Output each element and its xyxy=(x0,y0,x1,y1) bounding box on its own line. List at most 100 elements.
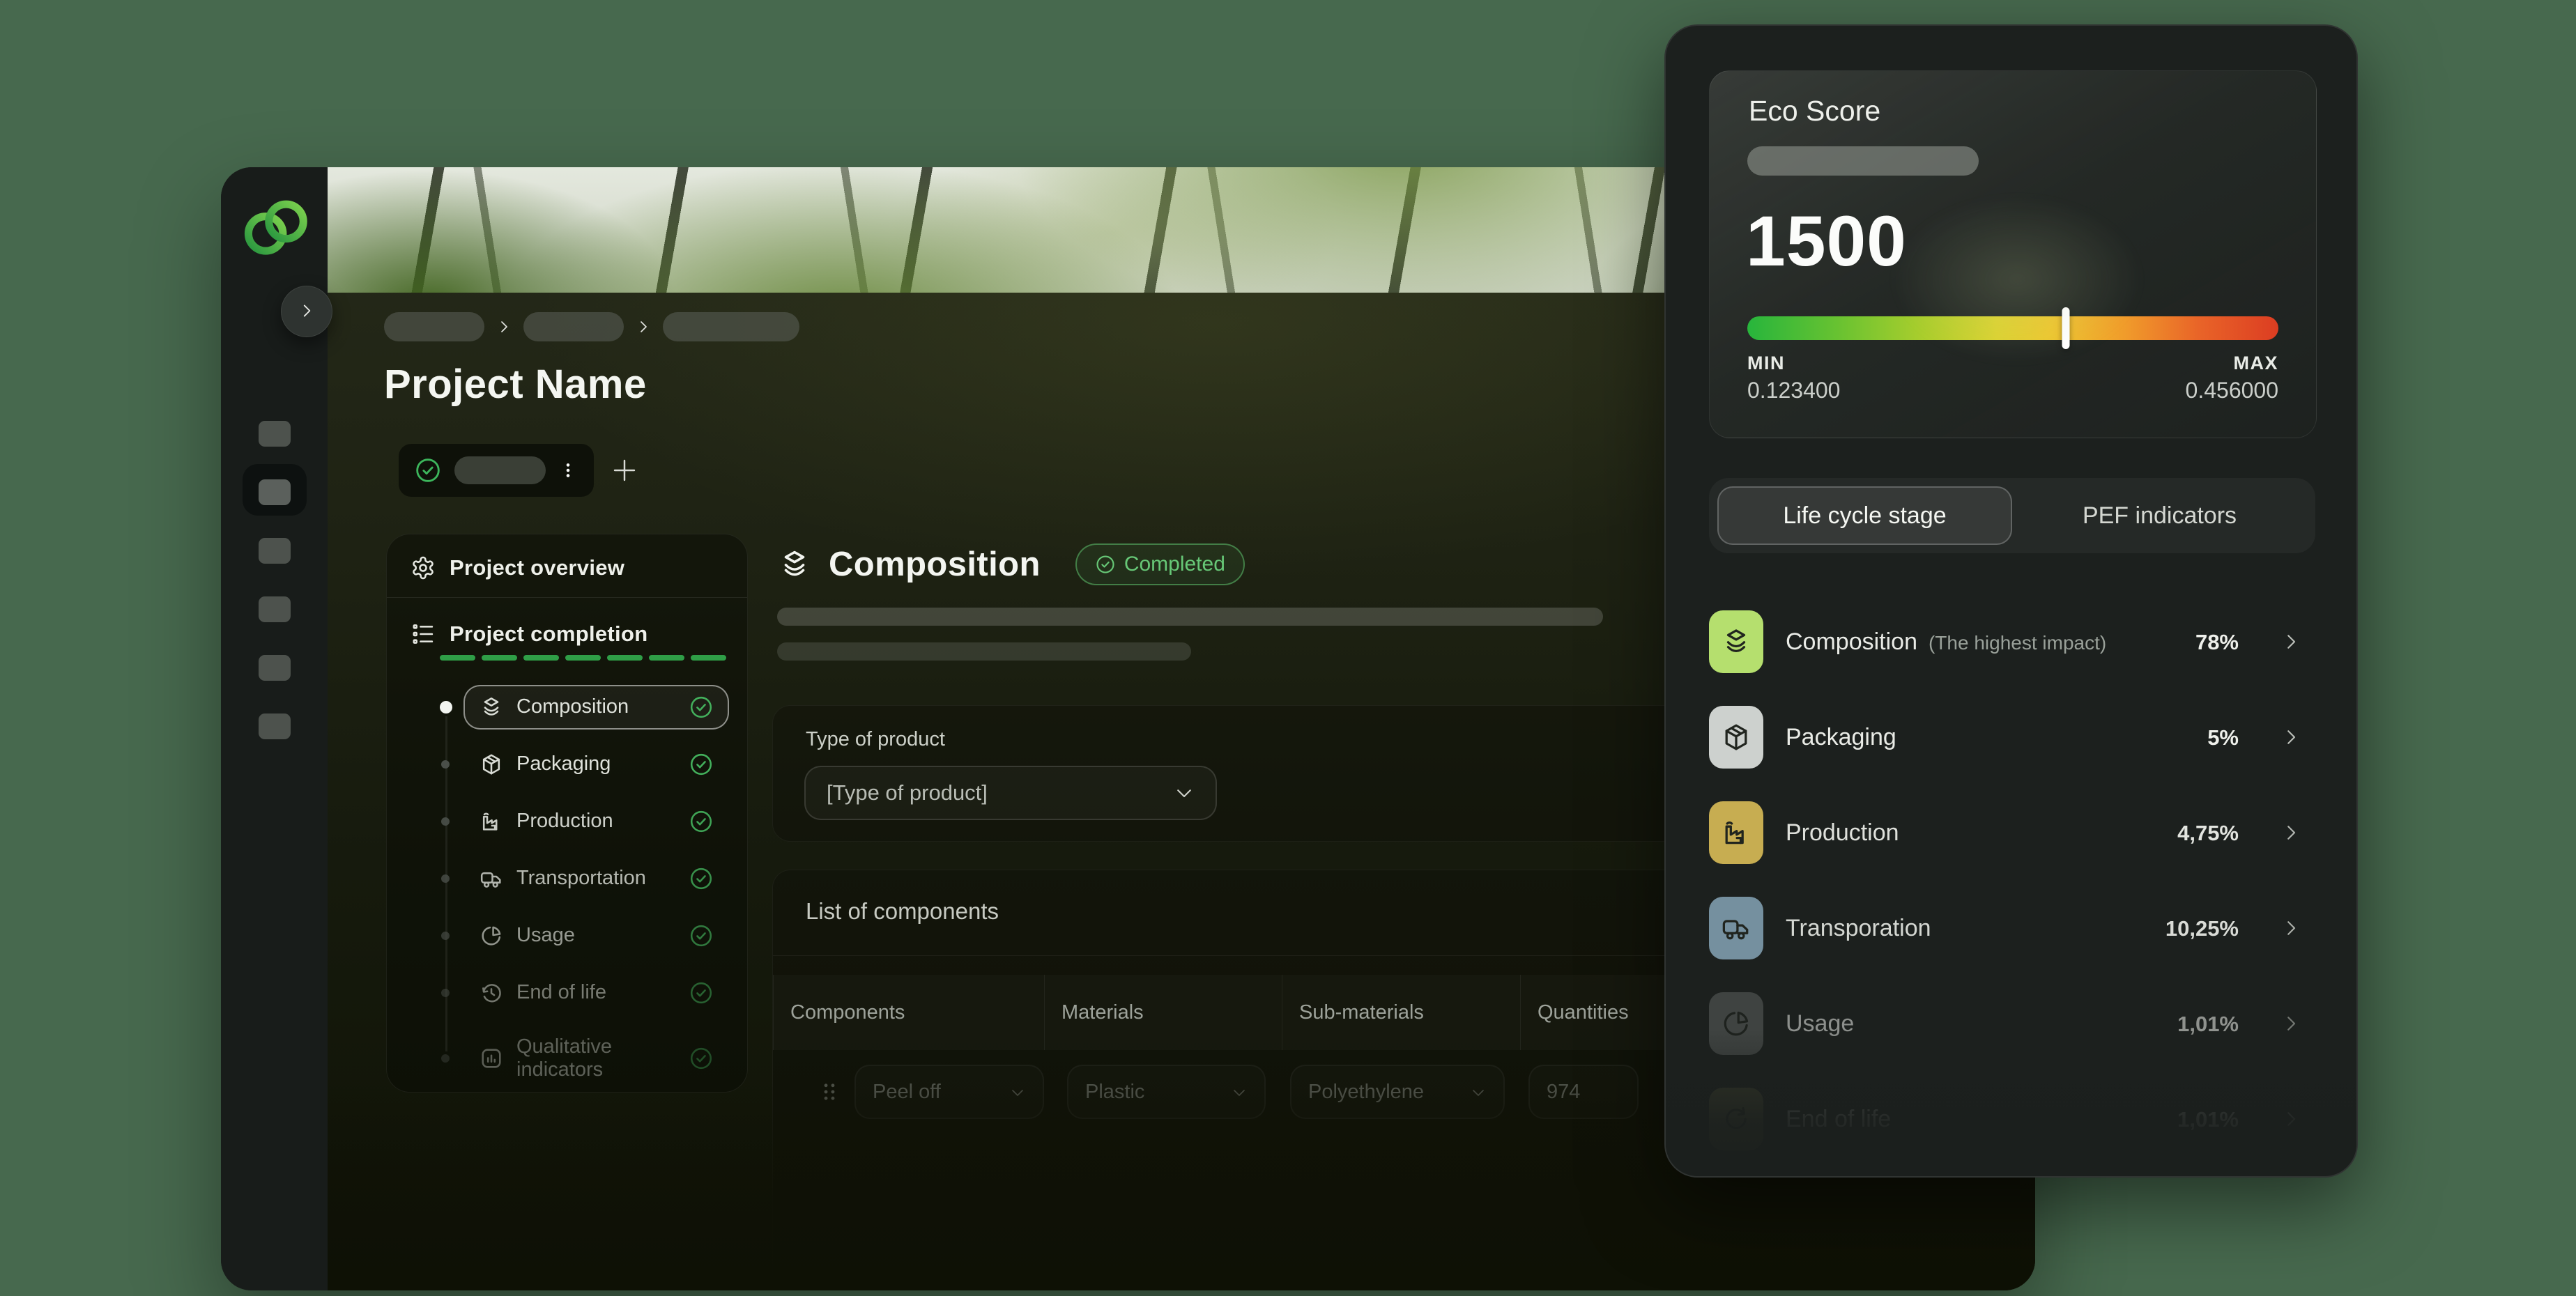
completion-segment xyxy=(607,655,643,661)
select-value: Polyethylene xyxy=(1308,1081,1424,1104)
breadcrumb-placeholder[interactable] xyxy=(663,312,799,341)
sidebar-expand-button[interactable] xyxy=(281,286,332,337)
stage-nav-list: Composition Packaging xyxy=(387,679,747,1096)
chevron-right-icon xyxy=(2267,1109,2315,1129)
sidebar-item-placeholder-icon xyxy=(259,655,291,681)
truck-icon xyxy=(479,866,504,891)
impact-note: (The highest impact) xyxy=(1929,632,2106,654)
check-circle-icon xyxy=(689,866,714,891)
impact-label: Packaging xyxy=(1786,724,1896,751)
nav-item[interactable]: End of life xyxy=(387,964,747,1021)
sidebar-item-placeholder-icon xyxy=(259,421,291,447)
nav-item-project-overview[interactable]: Project overview xyxy=(387,534,747,597)
timeline-dot-icon xyxy=(441,932,450,940)
impact-label: Composition xyxy=(1786,628,1917,656)
page-title: Project Name xyxy=(384,361,647,408)
impact-row[interactable]: Usage 1,01% xyxy=(1709,989,2315,1058)
project-nav-card: Project overview Project completion xyxy=(386,534,748,1093)
completion-segment xyxy=(649,655,684,661)
truck-icon xyxy=(1709,897,1763,959)
layers-icon xyxy=(479,695,504,720)
impact-row[interactable]: Composition (The highest impact) 78% xyxy=(1709,607,2315,677)
nav-item[interactable]: Usage xyxy=(387,907,747,964)
max-value: 0.456000 xyxy=(2186,378,2278,403)
impact-row[interactable]: Packaging 5% xyxy=(1709,702,2315,772)
nav-item-label: Transportation xyxy=(516,867,676,890)
timeline-dot-icon xyxy=(441,874,450,883)
impact-label: End of life xyxy=(1786,1106,1891,1133)
tab-label: PEF indicators xyxy=(2083,502,2237,530)
tab[interactable]: Life cycle stage xyxy=(1717,486,2012,545)
add-tab-button[interactable] xyxy=(605,452,644,491)
quantity-field[interactable]: 974 xyxy=(1528,1065,1639,1119)
nav-overview-label: Project overview xyxy=(450,555,624,580)
drag-handle-icon[interactable] xyxy=(818,1077,841,1107)
tab[interactable]: PEF indicators xyxy=(2012,486,2307,545)
impact-tabs: Life cycle stage PEF indicators xyxy=(1709,478,2315,553)
check-circle-icon xyxy=(1095,554,1116,575)
nav-item[interactable]: Composition xyxy=(387,679,747,736)
impact-row[interactable]: Transporation 10,25% xyxy=(1709,893,2315,963)
nav-item-label: Production xyxy=(516,810,676,833)
nav-item[interactable]: Packaging xyxy=(387,736,747,793)
nav-item[interactable]: Qualitative indicators xyxy=(387,1021,747,1096)
package-icon xyxy=(1709,706,1763,769)
kebab-menu-icon[interactable] xyxy=(558,456,578,484)
nav-item[interactable]: Transportation xyxy=(387,850,747,907)
breadcrumb-placeholder[interactable] xyxy=(384,312,484,341)
sidebar-item[interactable] xyxy=(221,638,328,697)
sidebar-item[interactable] xyxy=(221,463,328,521)
column-header: Sub-materials xyxy=(1282,975,1520,1050)
sidebar-item[interactable] xyxy=(221,521,328,580)
nav-item-label: Usage xyxy=(516,924,676,947)
sidebar-item-placeholder-icon xyxy=(259,596,291,622)
sidebar-item[interactable] xyxy=(221,404,328,463)
recycle-icon xyxy=(1709,1088,1763,1150)
column-header: Materials xyxy=(1044,975,1282,1050)
text-placeholder xyxy=(777,608,1603,626)
check-circle-icon xyxy=(689,1046,714,1071)
components-title: List of components xyxy=(806,898,999,925)
breadcrumb-placeholder[interactable] xyxy=(523,312,624,341)
nav-item-label: Composition xyxy=(516,695,676,718)
nav-item[interactable]: Production xyxy=(387,793,747,850)
chart-icon xyxy=(479,1046,504,1071)
chevron-right-icon xyxy=(2267,727,2315,748)
plus-icon xyxy=(610,456,639,487)
sidebar-item[interactable] xyxy=(221,697,328,755)
pie-icon xyxy=(479,923,504,948)
chevron-right-icon xyxy=(496,318,512,335)
project-tab[interactable] xyxy=(399,444,594,497)
check-circle-icon xyxy=(689,980,714,1005)
impact-percent: 4,75% xyxy=(2177,821,2267,846)
material-select[interactable]: Plastic xyxy=(1067,1065,1266,1119)
timeline-dot-icon xyxy=(440,701,452,713)
sidebar-item[interactable] xyxy=(221,580,328,638)
tab-label-placeholder xyxy=(454,456,546,484)
nav-item-label: Packaging xyxy=(516,753,676,776)
chevron-down-icon xyxy=(1009,1083,1026,1100)
impact-label: Usage xyxy=(1786,1010,1854,1037)
breadcrumb xyxy=(384,312,799,341)
completion-segment xyxy=(691,655,726,661)
gear-icon xyxy=(411,555,436,580)
min-label: MIN xyxy=(1747,353,1785,374)
timeline-dot-icon xyxy=(441,1054,450,1063)
check-circle-icon xyxy=(689,923,714,948)
check-circle-icon xyxy=(689,809,714,834)
impact-row[interactable]: End of life 1,01% xyxy=(1709,1084,2315,1154)
factory-icon xyxy=(1709,801,1763,864)
sub-material-select[interactable]: Polyethylene xyxy=(1290,1065,1505,1119)
sidebar-item-placeholder-icon xyxy=(259,713,291,739)
select-value: [Type of product] xyxy=(827,780,1174,805)
min-value: 0.123400 xyxy=(1747,378,1840,403)
eco-score-panel: Eco Score 1500 MIN MAX 0.123400 0.456000… xyxy=(1664,24,2358,1178)
type-of-product-select[interactable]: [Type of product] xyxy=(804,766,1217,820)
pie-icon xyxy=(1709,992,1763,1055)
nav-item-project-completion[interactable]: Project completion xyxy=(387,598,747,654)
impact-row[interactable]: Production 4,75% xyxy=(1709,798,2315,867)
max-label: MAX xyxy=(2234,353,2279,374)
impact-percent: 1,01% xyxy=(2177,1107,2267,1132)
component-select[interactable]: Peel off xyxy=(854,1065,1044,1119)
sidebar-item-placeholder-icon xyxy=(259,538,291,564)
